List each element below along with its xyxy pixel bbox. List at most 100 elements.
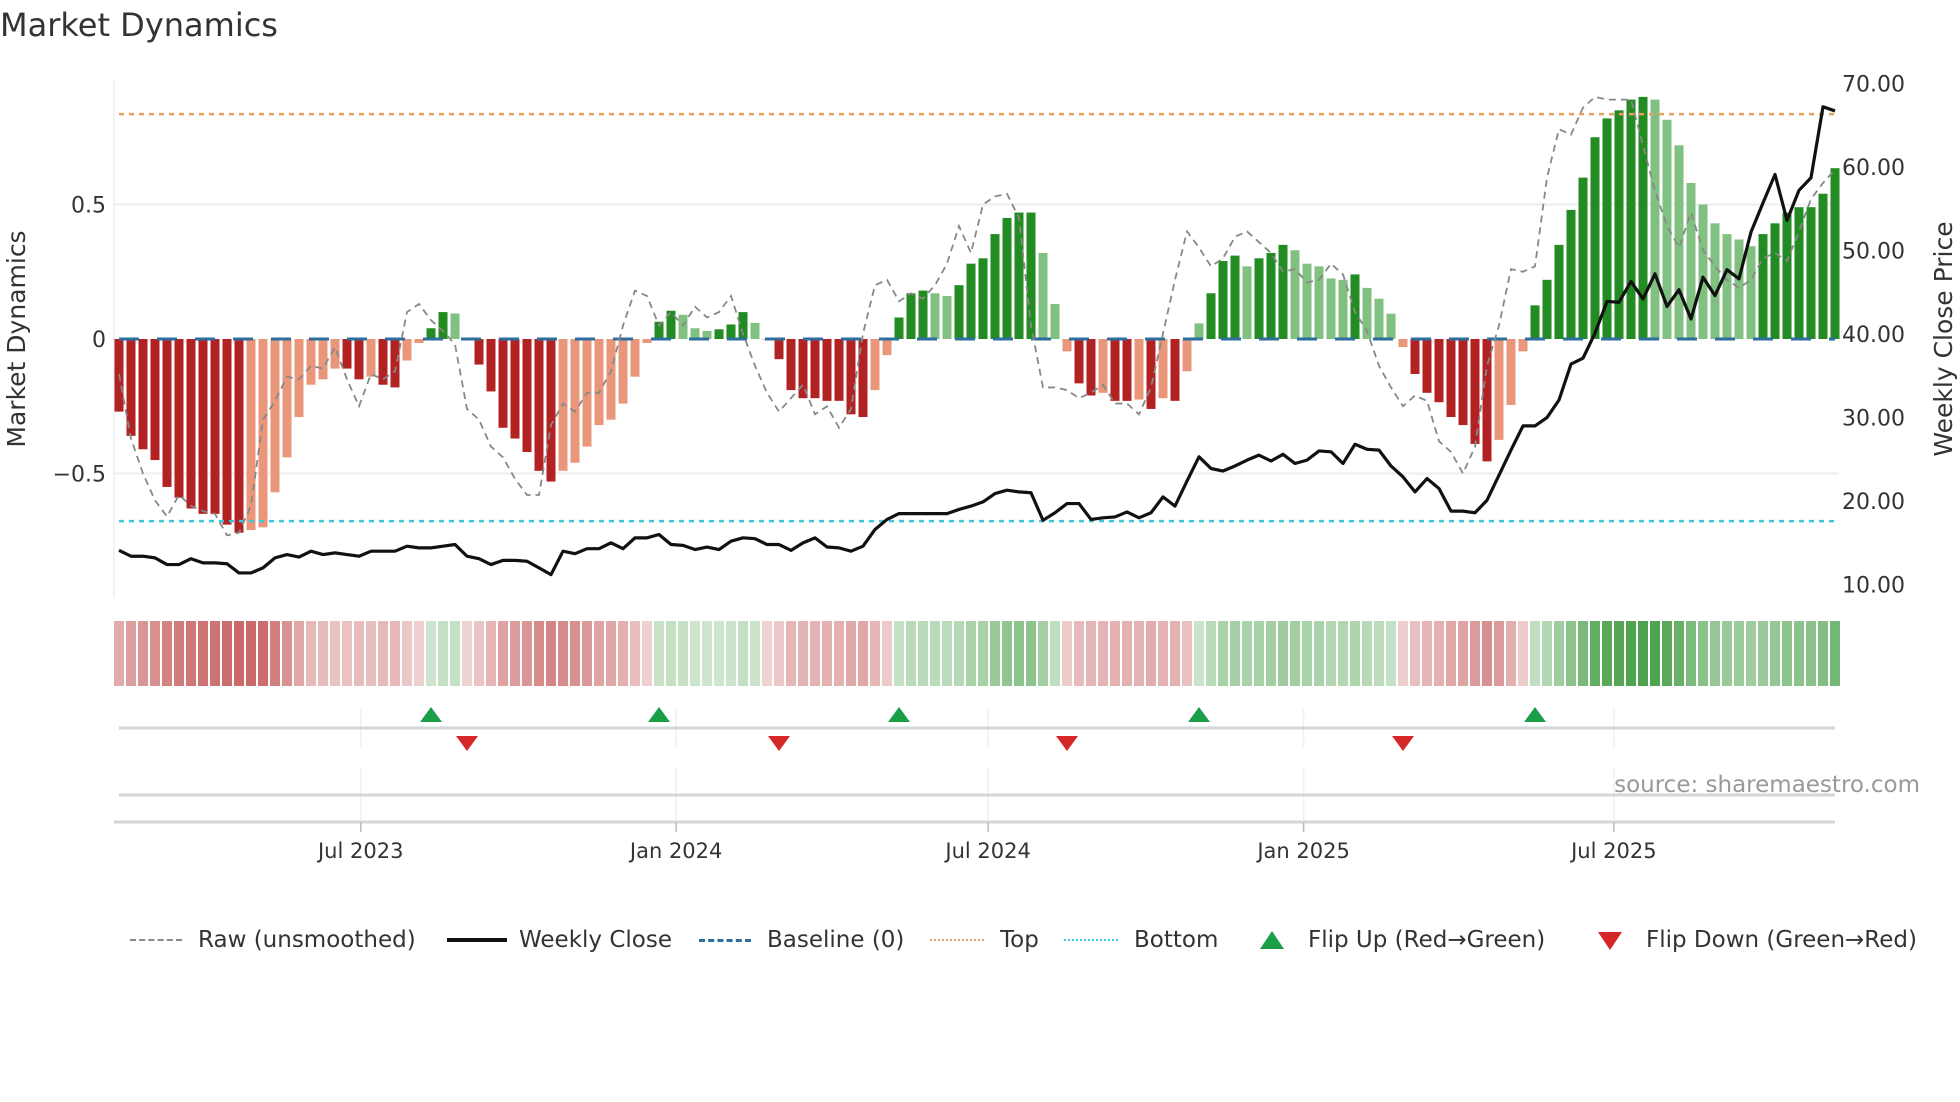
regime-cell <box>438 621 448 686</box>
bar <box>870 339 880 391</box>
bar <box>1710 223 1720 339</box>
bar <box>1050 304 1060 339</box>
regime-cell <box>894 621 904 686</box>
regime-cell <box>1602 621 1612 686</box>
regime-cell <box>822 621 832 686</box>
bar <box>342 339 352 369</box>
y2-tick-label: 70.00 <box>1842 72 1905 97</box>
bar <box>1398 339 1408 348</box>
flip-markers <box>119 707 1835 820</box>
regime-cell <box>642 621 652 686</box>
bar <box>1074 339 1084 384</box>
flip-down-marker <box>768 736 790 751</box>
legend-item-baseline[interactable]: Baseline (0) <box>699 922 904 958</box>
bar <box>414 339 424 344</box>
regime-cell <box>1458 621 1468 686</box>
regime-cell <box>210 621 220 686</box>
regime-cell <box>582 621 592 686</box>
regime-cell <box>198 621 208 686</box>
bar <box>726 324 736 339</box>
y2-tick-label: 50.00 <box>1842 239 1905 264</box>
regime-cell <box>906 621 916 686</box>
bar <box>882 339 892 356</box>
regime-cell <box>1218 621 1228 686</box>
regime-cell <box>1410 621 1420 686</box>
bar <box>1206 293 1216 339</box>
regime-cell <box>1206 621 1216 686</box>
regime-cell <box>942 621 952 686</box>
regime-cell <box>1506 621 1516 686</box>
regime-cell <box>846 621 856 686</box>
regime-cell <box>1578 621 1588 686</box>
bar <box>1758 234 1768 339</box>
bar <box>966 263 976 339</box>
regime-cell <box>330 621 340 686</box>
legend-item-bottom[interactable]: Bottom <box>1064 922 1218 958</box>
weekly-close-line <box>118 105 1836 577</box>
bar <box>1326 278 1336 339</box>
legend-item-close[interactable]: Weekly Close <box>447 922 672 958</box>
bar <box>138 339 148 450</box>
y2-tick-label: 10.00 <box>1842 574 1905 599</box>
regime-cell <box>366 621 376 686</box>
regime-cell <box>222 621 232 686</box>
regime-cell <box>1782 621 1792 686</box>
legend-item-flip-up[interactable]: Flip Up (Red→Green) <box>1258 922 1545 958</box>
bar <box>1278 244 1288 339</box>
legend-item-raw[interactable]: Raw (unsmoothed) <box>130 922 416 958</box>
bar <box>534 339 544 471</box>
regime-cell <box>1314 621 1324 686</box>
regime-cell <box>1614 621 1624 686</box>
regime-cell <box>606 621 616 686</box>
legend-item-flip-down[interactable]: Flip Down (Green→Red) <box>1596 922 1917 958</box>
regime-cell <box>390 621 400 686</box>
raw-line <box>118 95 1836 537</box>
bar <box>1566 209 1576 339</box>
bar <box>810 339 820 399</box>
bar <box>186 339 196 509</box>
bar <box>978 258 988 339</box>
regime-strip <box>114 621 1840 686</box>
bar <box>438 312 448 339</box>
bar <box>258 339 268 528</box>
bar <box>1614 110 1624 339</box>
regime-cell <box>630 621 640 686</box>
legend-label: Weekly Close <box>519 927 672 953</box>
bar <box>594 339 604 426</box>
bar <box>1170 339 1180 401</box>
regime-cell <box>882 621 892 686</box>
bar <box>1554 244 1564 339</box>
regime-cell <box>558 621 568 686</box>
regime-cell <box>486 621 496 686</box>
regime-cell <box>954 621 964 686</box>
bar <box>954 285 964 339</box>
bar <box>1230 255 1240 339</box>
regime-cell <box>126 621 136 686</box>
bar <box>1038 252 1048 339</box>
regime-cell <box>1302 621 1312 686</box>
flip-up-marker <box>420 707 442 722</box>
regime-cell <box>510 621 520 686</box>
bar <box>282 339 292 458</box>
regime-cell <box>1074 621 1084 686</box>
flip-up-marker <box>1524 707 1546 722</box>
regime-cell <box>1362 621 1372 686</box>
bar <box>1182 339 1192 372</box>
flip-up-marker <box>648 707 670 722</box>
regime-cell <box>666 621 676 686</box>
regime-cell <box>1146 621 1156 686</box>
y-tick-label: 0 <box>92 328 106 353</box>
regime-cell <box>546 621 556 686</box>
regime-cell <box>1002 621 1012 686</box>
regime-cell <box>174 621 184 686</box>
legend-item-top[interactable]: Top <box>930 922 1039 958</box>
bar <box>1770 223 1780 339</box>
bar <box>1518 339 1528 352</box>
regime-cell <box>1542 621 1552 686</box>
regime-cell <box>858 621 868 686</box>
bar <box>714 329 724 339</box>
bar <box>1830 168 1840 339</box>
legend-label: Bottom <box>1134 927 1219 953</box>
regime-cell <box>1494 621 1504 686</box>
y2-tick-label: 20.00 <box>1842 490 1905 515</box>
